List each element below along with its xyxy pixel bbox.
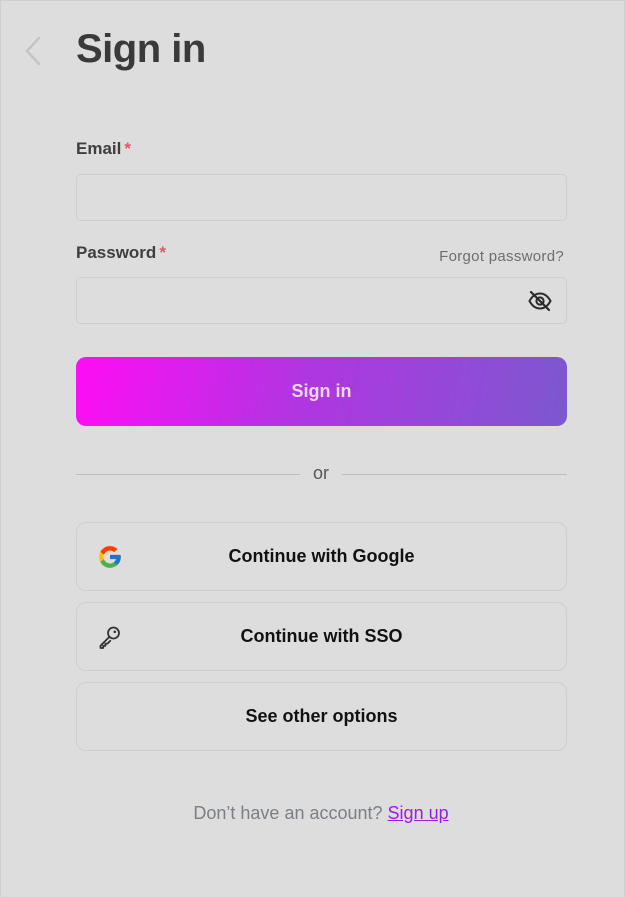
signup-prompt-text: Don’t have an account? xyxy=(193,803,383,823)
forgot-password-link[interactable]: Forgot password? xyxy=(439,248,564,265)
see-other-options-button[interactable]: See other options xyxy=(76,682,567,751)
password-input[interactable] xyxy=(76,277,567,324)
password-label-text: Password xyxy=(76,243,157,262)
page-title: Sign in xyxy=(76,27,206,71)
toggle-password-visibility-button[interactable] xyxy=(526,289,554,313)
password-label: Password * xyxy=(76,243,166,263)
continue-with-sso-button[interactable]: Continue with SSO xyxy=(76,602,567,671)
sign-up-link[interactable]: Sign up xyxy=(388,803,449,823)
chevron-left-icon xyxy=(25,36,41,66)
key-icon xyxy=(97,624,123,650)
email-input[interactable] xyxy=(76,174,567,221)
other-options-label: See other options xyxy=(245,706,398,726)
continue-with-google-button[interactable]: Continue with Google xyxy=(76,522,567,591)
divider-line-left xyxy=(76,474,300,475)
signup-prompt: Don’t have an account? Sign up xyxy=(1,803,625,824)
google-button-label: Continue with Google xyxy=(228,546,415,566)
back-button[interactable] xyxy=(19,34,47,68)
google-icon xyxy=(97,544,123,570)
email-label-text: Email xyxy=(76,139,122,158)
divider-text: or xyxy=(312,463,329,483)
sso-button-label: Continue with SSO xyxy=(240,626,403,646)
signin-panel: Sign in Email * Password * Forgot password… xyxy=(0,0,625,898)
required-mark: * xyxy=(159,243,166,262)
required-mark: * xyxy=(124,139,131,158)
divider-line-right xyxy=(342,474,567,475)
eye-off-icon xyxy=(528,291,552,311)
email-label: Email * xyxy=(76,139,131,159)
sign-in-button[interactable]: Sign in xyxy=(76,357,567,426)
